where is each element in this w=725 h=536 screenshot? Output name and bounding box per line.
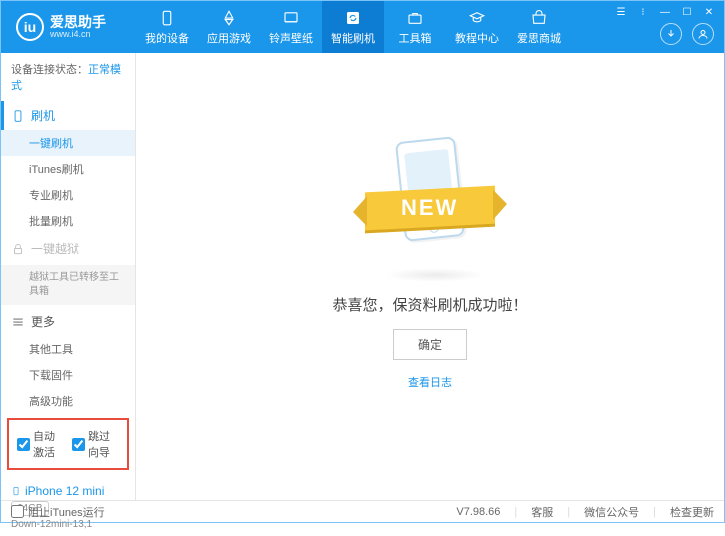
app-title: 爱思助手 xyxy=(50,15,106,29)
minimize-button[interactable]: — xyxy=(658,7,672,18)
close-button[interactable]: ✕ xyxy=(702,7,716,18)
graduation-icon xyxy=(468,9,486,27)
titlebar: iu 爱思助手 www.i4.cn 我的设备 应用游戏 铃声壁纸 智能刷机 工具… xyxy=(1,1,724,53)
nav-tutorials[interactable]: 教程中心 xyxy=(446,1,508,53)
checkbox-auto-activate[interactable]: 自动激活 xyxy=(17,428,64,460)
sidebar-item-itunes-flash[interactable]: iTunes刷机 xyxy=(1,156,135,182)
sidebar-item-batch-flash[interactable]: 批量刷机 xyxy=(1,208,135,234)
sidebar: 设备连接状态：正常模式 刷机 一键刷机 iTunes刷机 专业刷机 批量刷机 一… xyxy=(1,53,136,500)
nav-toolbox[interactable]: 工具箱 xyxy=(384,1,446,53)
lock-icon[interactable]: ⁝ xyxy=(636,7,650,18)
wallpaper-icon xyxy=(282,9,300,27)
sidebar-item-advanced[interactable]: 高级功能 xyxy=(1,388,135,414)
sidebar-item-oneclick-flash[interactable]: 一键刷机 xyxy=(1,130,135,156)
update-link[interactable]: 检查更新 xyxy=(670,504,714,520)
checkbox-block-itunes[interactable]: 阻止iTunes运行 xyxy=(11,504,105,520)
nav-store[interactable]: 爱思商城 xyxy=(508,1,570,53)
maximize-button[interactable]: ☐ xyxy=(680,7,694,18)
apps-icon xyxy=(220,9,238,27)
sidebar-item-other-tools[interactable]: 其他工具 xyxy=(1,336,135,362)
checkbox-skip-guide[interactable]: 跳过向导 xyxy=(72,428,119,460)
new-badge: NEW xyxy=(401,195,458,221)
phone-icon xyxy=(158,9,176,27)
store-icon xyxy=(530,9,548,27)
main-content: NEW 恭喜您，保资料刷机成功啦！ 确定 查看日志 xyxy=(136,53,724,500)
nav-my-device[interactable]: 我的设备 xyxy=(136,1,198,53)
service-link[interactable]: 客服 xyxy=(531,504,553,520)
sidebar-section-flash[interactable]: 刷机 xyxy=(1,101,135,130)
connection-status: 设备连接状态：正常模式 xyxy=(1,53,135,101)
download-button[interactable] xyxy=(660,23,682,45)
sidebar-item-download-firmware[interactable]: 下载固件 xyxy=(1,362,135,388)
sidebar-section-more[interactable]: 更多 xyxy=(1,307,135,336)
nav-smart-flash[interactable]: 智能刷机 xyxy=(322,1,384,53)
success-illustration: NEW xyxy=(355,134,505,264)
device-name: iPhone 12 mini xyxy=(25,484,104,498)
menu-icon[interactable]: ☰ xyxy=(614,7,628,18)
ok-button[interactable]: 确定 xyxy=(393,329,467,360)
app-subtitle: www.i4.cn xyxy=(50,29,106,40)
wechat-link[interactable]: 微信公众号 xyxy=(584,504,639,520)
statusbar: 阻止iTunes运行 V7.98.66 | 客服 | 微信公众号 | 检查更新 xyxy=(1,500,724,522)
view-log-link[interactable]: 查看日志 xyxy=(408,374,452,390)
toolbox-icon xyxy=(406,9,424,27)
highlighted-options: 自动激活 跳过向导 xyxy=(7,418,129,470)
refresh-icon xyxy=(344,9,362,27)
version-label: V7.98.66 xyxy=(456,506,500,518)
success-message: 恭喜您，保资料刷机成功啦！ xyxy=(332,294,527,315)
app-logo-icon: iu xyxy=(16,13,44,41)
nav-ringtones[interactable]: 铃声壁纸 xyxy=(260,1,322,53)
sidebar-section-jailbreak: 一键越狱 xyxy=(1,234,135,263)
nav-apps-games[interactable]: 应用游戏 xyxy=(198,1,260,53)
logo-area: iu 爱思助手 www.i4.cn xyxy=(1,13,136,41)
jailbreak-note: 越狱工具已转移至工具箱 xyxy=(1,265,135,305)
sidebar-item-pro-flash[interactable]: 专业刷机 xyxy=(1,182,135,208)
window-controls: ☰ ⁝ — ☐ ✕ xyxy=(614,7,716,18)
user-button[interactable] xyxy=(692,23,714,45)
